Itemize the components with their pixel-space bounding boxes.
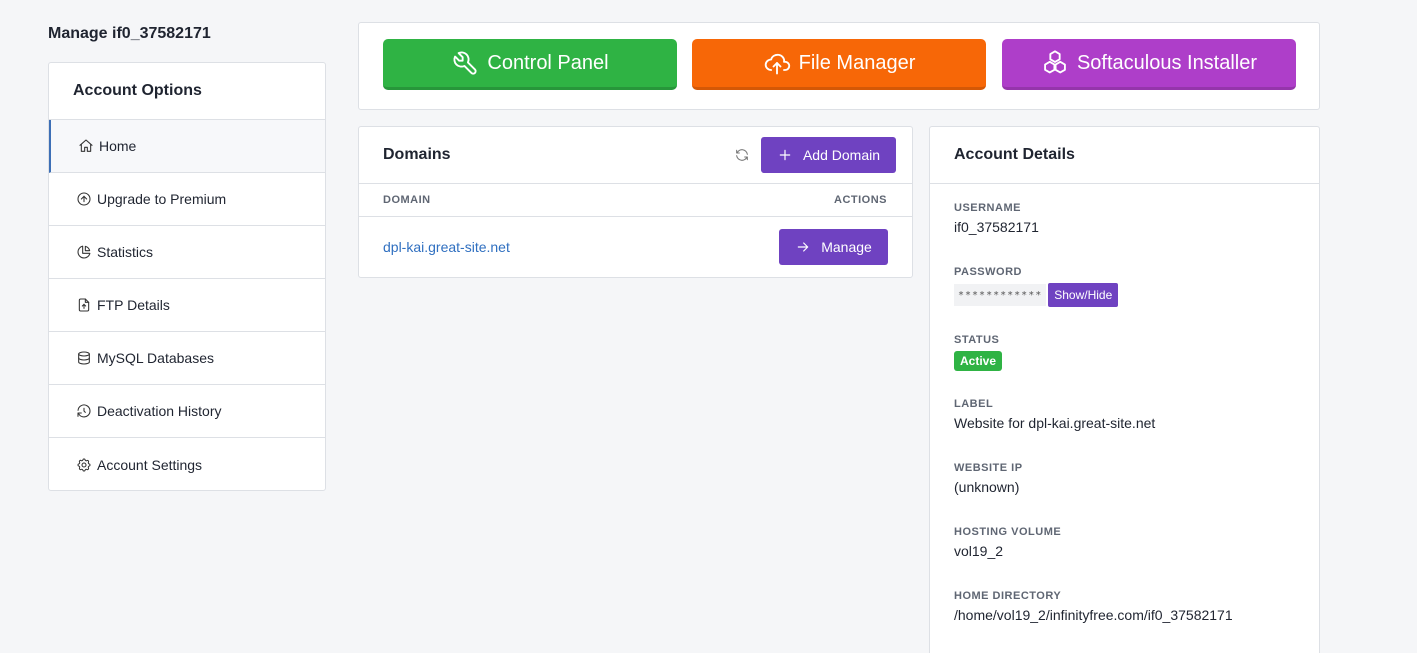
sidebar-item-label: Deactivation History	[97, 403, 222, 419]
hosting-volume-value: vol19_2	[954, 543, 1004, 559]
database-icon	[75, 349, 93, 367]
add-domain-button[interactable]: Add Domain	[761, 137, 896, 173]
table-row: dpl-kai.great-site.net Manage	[359, 217, 912, 277]
boxes-icon	[1044, 50, 1066, 74]
control-panel-button[interactable]: Control Panel	[383, 39, 677, 90]
home-directory-value: /home/vol19_2/infinityfree.com/if0_37582…	[954, 607, 1233, 623]
settings-icon	[75, 456, 93, 474]
wrench-icon	[453, 51, 477, 75]
column-domain: DOMAIN	[383, 194, 431, 206]
username-label: USERNAME	[954, 202, 1021, 214]
refresh-button[interactable]	[727, 140, 757, 170]
label-label: LABEL	[954, 398, 994, 410]
page-title: Manage if0_37582171	[48, 25, 211, 42]
home-directory-field: HOME DIRECTORY /home/vol19_2/infinityfre…	[954, 590, 1295, 653]
file-manager-button[interactable]: File Manager	[692, 39, 986, 90]
domain-link[interactable]: dpl-kai.great-site.net	[383, 239, 510, 255]
domains-card: Domains Add Domain DOMAIN ACTIONS dpl-ka…	[358, 126, 913, 278]
status-badge: Active	[954, 351, 1003, 371]
arrow-up-circle-icon	[75, 190, 93, 208]
sidebar-title: Account Options	[49, 63, 325, 120]
account-details-header: Account Details	[930, 127, 1319, 184]
label-field: LABEL Website for dpl-kai.great-site.net	[954, 398, 1295, 462]
sidebar-item-upgrade[interactable]: Upgrade to Premium	[49, 173, 325, 226]
softaculous-label: Softaculous Installer	[1076, 51, 1258, 74]
sidebar-item-account-settings[interactable]: Account Settings	[49, 438, 325, 491]
sidebar-item-label: Home	[99, 138, 137, 154]
domains-header: Domains Add Domain	[359, 127, 912, 184]
show-hide-password-button[interactable]: Show/Hide	[1048, 283, 1119, 307]
username-value: if0_37582171	[954, 219, 1039, 235]
hosting-volume-label: HOSTING VOLUME	[954, 526, 1062, 538]
password-value: ************	[954, 284, 1047, 306]
cloud-upload-icon	[764, 53, 790, 75]
domains-title: Domains	[383, 146, 451, 163]
sidebar-item-ftp[interactable]: FTP Details	[49, 279, 325, 332]
domains-table-header: DOMAIN ACTIONS	[359, 184, 912, 217]
account-options-sidebar: Account Options Home Upgrade to Premium …	[48, 62, 326, 491]
refresh-icon	[736, 149, 748, 161]
sidebar-item-mysql[interactable]: MySQL Databases	[49, 332, 325, 385]
sidebar-item-statistics[interactable]: Statistics	[49, 226, 325, 279]
plus-icon	[779, 149, 791, 161]
file-manager-label: File Manager	[798, 51, 916, 74]
sidebar-item-label: Statistics	[97, 244, 154, 260]
add-domain-label: Add Domain	[802, 147, 881, 163]
file-upload-icon	[75, 296, 93, 314]
column-actions: ACTIONS	[834, 194, 887, 206]
account-details-card: Account Details USERNAME if0_37582171 PA…	[929, 126, 1320, 653]
sidebar-item-home[interactable]: Home	[49, 120, 325, 173]
account-details-title: Account Details	[954, 146, 1075, 163]
chart-pie-icon	[75, 243, 93, 261]
softaculous-installer-button[interactable]: Softaculous Installer	[1002, 39, 1296, 90]
website-ip-label: WEBSITE IP	[954, 462, 1023, 474]
sidebar-item-label: Upgrade to Premium	[97, 191, 227, 207]
arrow-right-icon	[797, 242, 809, 252]
status-label: STATUS	[954, 334, 1000, 346]
manage-label: Manage	[821, 239, 872, 255]
control-panel-label: Control Panel	[487, 51, 609, 74]
hosting-volume-field: HOSTING VOLUME vol19_2	[954, 526, 1295, 590]
label-value: Website for dpl-kai.great-site.net	[954, 415, 1156, 431]
manage-button[interactable]: Manage	[779, 229, 888, 265]
sidebar-item-label: FTP Details	[97, 297, 170, 313]
sidebar-item-label: Account Settings	[97, 456, 203, 473]
history-icon	[75, 402, 93, 420]
password-label: PASSWORD	[954, 266, 1022, 278]
website-ip-field: WEBSITE IP (unknown)	[954, 462, 1295, 526]
sidebar-item-label: MySQL Databases	[97, 350, 214, 366]
quick-links-card: Control Panel File Manager Softaculous I…	[358, 22, 1320, 110]
home-directory-label: HOME DIRECTORY	[954, 590, 1062, 602]
website-ip-value: (unknown)	[954, 479, 1020, 495]
home-icon	[77, 137, 95, 155]
username-field: USERNAME if0_37582171	[954, 202, 1295, 266]
password-field: PASSWORD ************ Show/Hide	[954, 266, 1295, 334]
sidebar-item-deactivation-history[interactable]: Deactivation History	[49, 385, 325, 438]
status-field: STATUS Active	[954, 334, 1295, 398]
